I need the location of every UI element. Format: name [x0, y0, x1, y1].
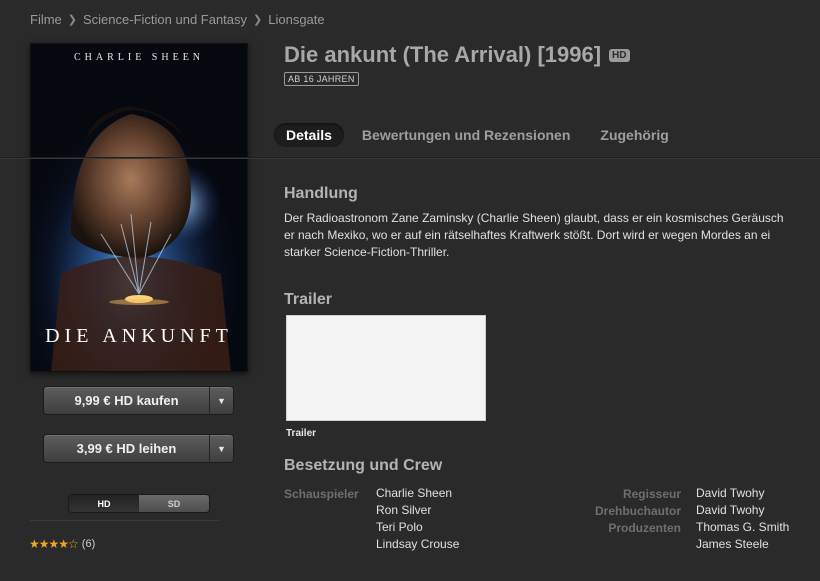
- chevron-right-icon: ❯: [253, 14, 263, 26]
- poster-artwork: [31, 44, 247, 371]
- actor-name[interactable]: Teri Polo: [376, 519, 459, 536]
- buy-hd-button[interactable]: 9,99 € HD kaufen ▼: [43, 386, 234, 415]
- title-row: Die ankunt (The Arrival) [1996] HD: [284, 42, 630, 68]
- star-rating-icon: ★★★★☆: [29, 537, 79, 551]
- crew-list: David Twohy David Twohy Thomas G. Smith …: [696, 485, 789, 553]
- producer-name[interactable]: James Steele: [696, 536, 789, 553]
- writer-name[interactable]: David Twohy: [696, 502, 789, 519]
- poster-title: DIE ANKUNFT: [45, 325, 233, 347]
- breadcrumb: Filme ❯ Science-Fiction und Fantasy ❯ Li…: [30, 12, 325, 27]
- tab-details[interactable]: Details: [274, 123, 344, 147]
- actor-name[interactable]: Lindsay Crouse: [376, 536, 459, 553]
- cast-heading: Besetzung und Crew: [284, 457, 443, 474]
- plot-line: er nach Mexiko, wo er auf ein rätselhaft…: [284, 228, 771, 242]
- breadcrumb-item-filme[interactable]: Filme: [30, 12, 62, 27]
- chevron-right-icon: ❯: [67, 14, 77, 26]
- director-name[interactable]: David Twohy: [696, 485, 789, 502]
- breadcrumb-item-genre[interactable]: Science-Fiction und Fantasy: [83, 12, 247, 27]
- trailer-heading: Trailer: [284, 291, 333, 308]
- actors-label: Schauspieler: [284, 487, 359, 501]
- breadcrumb-item-studio[interactable]: Lionsgate: [268, 12, 324, 27]
- movie-poster: CHARLIE SHEEN DIE ANKUNFT: [30, 43, 248, 372]
- customer-rating[interactable]: ★★★★☆ (6): [29, 537, 95, 551]
- actor-list: Charlie Sheen Ron Silver Teri Polo Linds…: [376, 485, 459, 553]
- format-sd-option[interactable]: SD: [139, 495, 209, 512]
- writer-label: Drehbuchautor: [594, 504, 681, 518]
- tab-divider: [0, 157, 820, 158]
- dropdown-arrow-icon[interactable]: ▼: [209, 387, 233, 414]
- plot-heading: Handlung: [284, 185, 358, 202]
- actor-name[interactable]: Charlie Sheen: [376, 485, 459, 502]
- producers-label: Produzenten: [608, 521, 681, 535]
- format-toggle[interactable]: HD SD: [68, 494, 210, 513]
- hd-badge: HD: [609, 48, 630, 62]
- tab-bar: Details Bewertungen und Rezensionen Zuge…: [274, 123, 681, 147]
- buy-hd-label[interactable]: 9,99 € HD kaufen: [44, 387, 209, 414]
- age-rating-badge: AB 16 JAHREN: [284, 72, 359, 86]
- director-label: Regisseur: [622, 487, 681, 501]
- rating-count: (6): [81, 538, 96, 550]
- format-hd-option[interactable]: HD: [69, 495, 139, 512]
- trailer-caption[interactable]: Trailer: [286, 428, 316, 439]
- producer-name[interactable]: Thomas G. Smith: [696, 519, 789, 536]
- trailer-thumbnail[interactable]: [286, 315, 486, 421]
- tab-related[interactable]: Zugehörig: [588, 123, 680, 147]
- page-title: Die ankunt (The Arrival) [1996]: [284, 42, 602, 67]
- plot-line: Der Radioastronom Zane Zaminsky (Charlie…: [284, 211, 784, 225]
- rent-hd-label[interactable]: 3,99 € HD leihen: [44, 435, 209, 462]
- poster-actor-name: CHARLIE SHEEN: [73, 52, 205, 63]
- dropdown-arrow-icon[interactable]: ▼: [209, 435, 233, 462]
- plot-text: Der Radioastronom Zane Zaminsky (Charlie…: [284, 210, 820, 261]
- divider: [30, 520, 220, 521]
- tab-reviews[interactable]: Bewertungen und Rezensionen: [350, 123, 582, 147]
- rent-hd-button[interactable]: 3,99 € HD leihen ▼: [43, 434, 234, 463]
- actor-name[interactable]: Ron Silver: [376, 502, 459, 519]
- plot-line: starker Science-Fiction-Thriller.: [284, 245, 450, 259]
